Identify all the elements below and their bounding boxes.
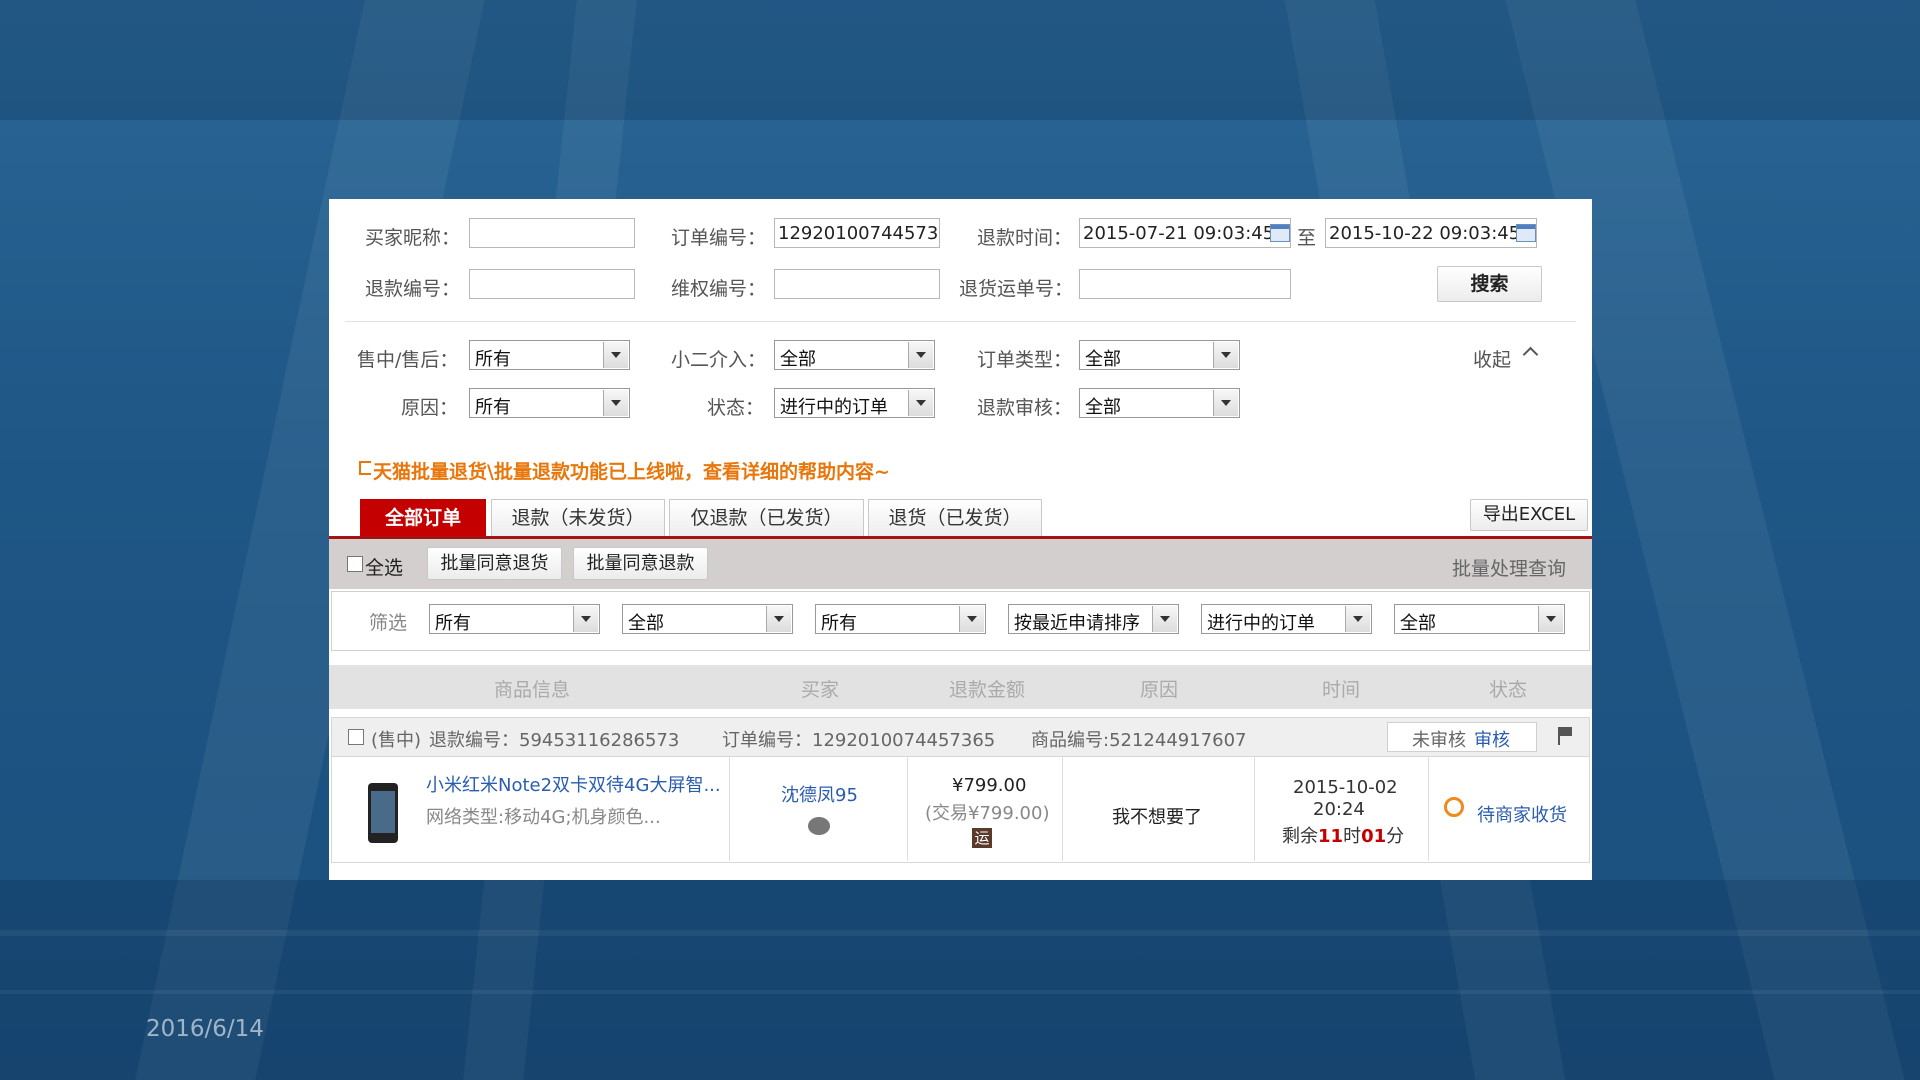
- chat-icon[interactable]: [808, 817, 830, 835]
- dropdown-arrow-icon: [1345, 606, 1370, 632]
- dropdown-arrow-icon: [766, 606, 791, 632]
- refund-time-label: 退款时间：: [977, 227, 1073, 249]
- tab-return-shipped[interactable]: 退货（已发货）: [868, 499, 1042, 537]
- chevron-up-icon[interactable]: [1522, 346, 1539, 363]
- table-row-header: (售中) 退款编号：59453116286573 订单编号：1292010074…: [331, 717, 1590, 757]
- buyer-name-link[interactable]: 沈德凤95: [781, 781, 858, 807]
- row-checkbox[interactable]: [348, 729, 364, 745]
- refund-number: 退款编号：59453116286573: [429, 730, 680, 751]
- rights-number-label: 维权编号：: [671, 278, 767, 300]
- refund-number-label: 退款编号：: [365, 278, 461, 300]
- table-row: 小米红米Note2双卡双待4G大屏智... 网络类型:移动4G;机身颜色... …: [331, 757, 1590, 863]
- dropdown-arrow-icon: [908, 342, 933, 368]
- order-type-select[interactable]: 全部: [1079, 340, 1240, 370]
- batch-agree-refund-button[interactable]: 批量同意退款: [573, 547, 708, 580]
- buyer-nickname-input[interactable]: [469, 218, 635, 248]
- filter-label: 筛选: [369, 612, 408, 634]
- refund-amount: ¥799.00: [952, 775, 1027, 796]
- dropdown-arrow-icon: [1213, 342, 1238, 368]
- refund-management-panel: 买家昵称： 订单编号： 1292010074457365 退款时间： 2015-…: [329, 199, 1592, 880]
- slide-date: 2016/6/14: [146, 1016, 264, 1042]
- refund-review-select[interactable]: 全部: [1079, 388, 1240, 418]
- refund-time-to-input[interactable]: 2015-10-22 09:03:45: [1325, 218, 1537, 248]
- speaker-icon: [359, 461, 371, 475]
- item-number: 商品编号:521244917607: [1031, 730, 1247, 751]
- refund-review-label: 退款审核：: [977, 397, 1073, 419]
- divider: [345, 321, 1576, 322]
- shipping-badge-icon: 运: [972, 828, 992, 848]
- search-button[interactable]: 搜索: [1437, 266, 1542, 302]
- tab-refund-not-shipped[interactable]: 退款（未发货）: [491, 499, 665, 537]
- dropdown-arrow-icon: [1152, 606, 1177, 632]
- filter-select-review[interactable]: 全部: [1394, 604, 1565, 634]
- flag-icon-cloth: [1560, 727, 1572, 736]
- refund-reason: 我不想要了: [1112, 807, 1202, 828]
- dropdown-arrow-icon: [908, 390, 933, 416]
- trade-amount: (交易¥799.00): [925, 803, 1050, 824]
- order-number: 订单编号：1292010074457365: [722, 730, 996, 751]
- buyer-nickname-label: 买家昵称：: [365, 227, 461, 249]
- collapse-link[interactable]: 收起: [1473, 345, 1511, 372]
- clock-icon: [1444, 797, 1464, 817]
- dropdown-arrow-icon: [573, 606, 598, 632]
- to-label: 至: [1297, 227, 1317, 249]
- batch-action-bar: 全选 批量同意退货 批量同意退款 批量处理查询: [329, 539, 1592, 589]
- rights-number-input[interactable]: [774, 269, 940, 299]
- calendar-icon[interactable]: [1516, 224, 1536, 242]
- dropdown-arrow-icon: [959, 606, 984, 632]
- remaining-time: 剩余11时01分: [1282, 826, 1405, 847]
- feature-notice-link[interactable]: 天猫批量退货\批量退款功能已上线啦，查看详细的帮助内容~: [373, 457, 890, 484]
- order-type-label: 订单类型：: [977, 349, 1073, 371]
- review-box: 未审核 审核: [1387, 722, 1537, 752]
- xiaoer-intervene-label: 小二介入：: [671, 349, 767, 371]
- reason-select[interactable]: 所有: [469, 388, 630, 418]
- product-spec: 网络类型:移动4G;机身颜色...: [426, 807, 661, 828]
- dropdown-arrow-icon: [1538, 606, 1563, 632]
- product-title-link[interactable]: 小米红米Note2双卡双待4G大屏智...: [426, 771, 721, 797]
- dropdown-arrow-icon: [1213, 390, 1238, 416]
- product-thumbnail-phone-icon[interactable]: [368, 783, 398, 843]
- order-number-input[interactable]: 1292010074457365: [774, 218, 940, 248]
- review-link[interactable]: 审核: [1474, 726, 1510, 752]
- dropdown-arrow-icon: [603, 390, 628, 416]
- filter-select-phase[interactable]: 所有: [429, 604, 600, 634]
- select-all-label: 全选: [365, 557, 404, 579]
- status-label: 状态：: [707, 397, 765, 419]
- filter-select-reason[interactable]: 所有: [815, 604, 986, 634]
- sale-phase-select[interactable]: 所有: [469, 340, 630, 370]
- column-header-buyer: 买家: [801, 679, 840, 701]
- refund-number-input[interactable]: [469, 269, 635, 299]
- column-header-reason: 原因: [1140, 679, 1179, 701]
- refund-time-from-input[interactable]: 2015-07-21 09:03:45: [1079, 218, 1291, 248]
- column-header-refund-amount: 退款金额: [949, 679, 1026, 701]
- tab-all-orders[interactable]: 全部订单: [360, 499, 486, 537]
- return-waybill-label: 退货运单号：: [959, 278, 1074, 300]
- refund-date: 2015-10-02: [1293, 777, 1398, 798]
- sale-phase-tag: (售中): [371, 730, 422, 751]
- batch-agree-return-button[interactable]: 批量同意退货: [427, 547, 562, 580]
- dropdown-arrow-icon: [603, 342, 628, 368]
- return-waybill-input[interactable]: [1079, 269, 1291, 299]
- list-filter-row: 筛选 所有 全部 所有 按最近申请排序 进行中的订单 全部: [331, 591, 1590, 651]
- calendar-icon[interactable]: [1270, 224, 1290, 242]
- refund-status[interactable]: 待商家收货: [1477, 801, 1567, 827]
- tab-refund-only-shipped[interactable]: 仅退款（已发货）: [669, 499, 864, 537]
- filter-select-intervene[interactable]: 全部: [622, 604, 793, 634]
- reason-label: 原因：: [401, 397, 459, 419]
- order-number-label: 订单编号：: [671, 227, 767, 249]
- review-status: 未审核: [1412, 730, 1466, 751]
- column-header-product: 商品信息: [494, 679, 571, 701]
- refund-time: 20:24: [1313, 799, 1365, 820]
- sale-phase-label: 售中/售后：: [357, 349, 459, 371]
- table-header: 商品信息 买家 退款金额 原因 时间 状态: [329, 665, 1592, 709]
- select-all-checkbox[interactable]: [347, 556, 363, 572]
- xiaoer-intervene-select[interactable]: 全部: [774, 340, 935, 370]
- column-header-time: 时间: [1322, 679, 1361, 701]
- filter-select-status[interactable]: 进行中的订单: [1201, 604, 1372, 634]
- filter-select-sort[interactable]: 按最近申请排序: [1008, 604, 1179, 634]
- status-select[interactable]: 进行中的订单: [774, 388, 935, 418]
- export-excel-button[interactable]: 导出EXCEL: [1470, 499, 1588, 531]
- column-header-status: 状态: [1489, 679, 1528, 701]
- batch-query-link[interactable]: 批量处理查询: [1452, 554, 1566, 581]
